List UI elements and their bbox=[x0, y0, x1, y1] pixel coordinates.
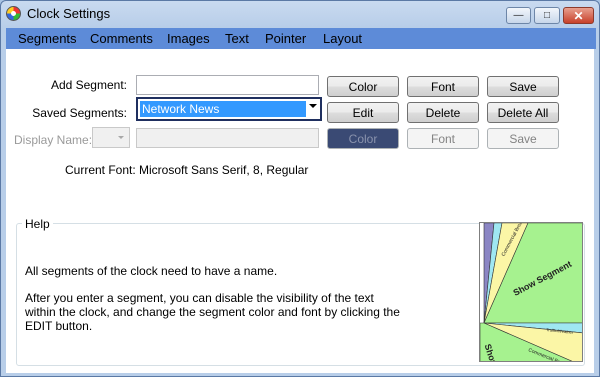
chevron-down-icon bbox=[118, 136, 124, 139]
saved-segments-label: Saved Segments: bbox=[32, 106, 127, 120]
add-segment-color-button[interactable]: Color bbox=[327, 76, 399, 97]
add-segment-label: Add Segment: bbox=[50, 78, 127, 92]
menu-pointer[interactable]: Pointer bbox=[265, 31, 306, 46]
maximize-button[interactable]: □ bbox=[534, 7, 560, 24]
saved-segments-value: Network News bbox=[142, 102, 220, 116]
delete-all-button[interactable]: Delete All bbox=[487, 102, 559, 123]
display-name-input[interactable] bbox=[136, 128, 319, 148]
saved-segments-dropdown[interactable]: Network News bbox=[136, 97, 322, 121]
menu-comments[interactable]: Comments bbox=[90, 31, 153, 46]
add-segment-font-button[interactable]: Font bbox=[407, 76, 479, 97]
display-name-visibility-dropdown[interactable] bbox=[92, 127, 130, 148]
chevron-down-icon[interactable] bbox=[309, 104, 317, 108]
clock-preview-image: Show Segment Commercial Break Commercial… bbox=[479, 222, 583, 362]
edit-button[interactable]: Edit bbox=[327, 102, 399, 123]
menu-images[interactable]: Images bbox=[167, 31, 210, 46]
display-font-button[interactable]: Font bbox=[407, 128, 479, 149]
display-name-label: Display Name: bbox=[14, 133, 93, 147]
menu-text[interactable]: Text bbox=[225, 31, 249, 46]
menu-bar: Segments Comments Images Text Pointer La… bbox=[6, 28, 596, 49]
display-save-button[interactable]: Save bbox=[487, 128, 559, 149]
saved-segments-selection: Network News bbox=[140, 101, 306, 117]
help-text-2: After you enter a segment, you can disab… bbox=[25, 291, 400, 333]
add-segment-save-button[interactable]: Save bbox=[487, 76, 559, 97]
minimize-button[interactable]: — bbox=[506, 7, 531, 24]
current-font-label: Current Font: bbox=[65, 163, 136, 177]
clock-settings-window: Clock Settings — □ ✕ Segments Comments I… bbox=[0, 0, 600, 377]
help-title: Help bbox=[22, 217, 53, 231]
title-bar[interactable]: Clock Settings — □ ✕ bbox=[1, 1, 599, 28]
current-font-value: Microsoft Sans Serif, 8, Regular bbox=[139, 163, 309, 177]
clock-color-wheel-icon bbox=[6, 6, 21, 21]
help-text-1: All segments of the clock need to have a… bbox=[25, 264, 278, 278]
delete-button[interactable]: Delete bbox=[407, 102, 479, 123]
display-color-button[interactable]: Color bbox=[327, 128, 399, 149]
window-title: Clock Settings bbox=[27, 6, 111, 21]
close-button[interactable]: ✕ bbox=[563, 7, 594, 24]
client-area: Add Segment: Color Font Save Saved Segme… bbox=[6, 49, 594, 373]
add-segment-input[interactable] bbox=[136, 75, 319, 95]
clock-preview-graphic: Show Segment Commercial Break Commercial… bbox=[480, 223, 582, 361]
menu-segments[interactable]: Segments bbox=[18, 31, 77, 46]
menu-layout[interactable]: Layout bbox=[323, 31, 362, 46]
